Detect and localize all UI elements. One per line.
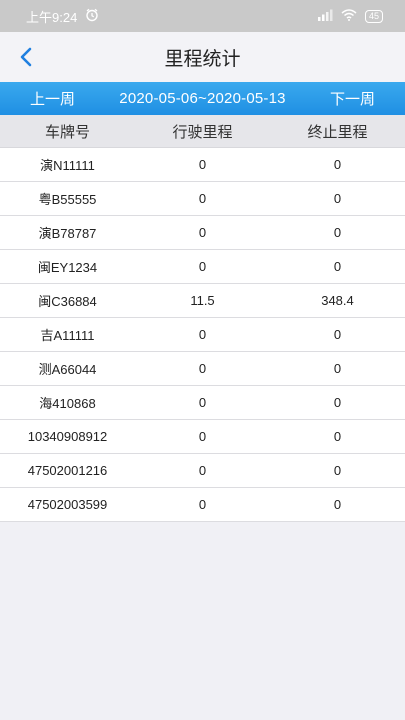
driven-cell: 0 — [198, 259, 207, 274]
driven-cell: 0 — [198, 157, 207, 172]
wifi-icon — [341, 8, 357, 24]
end-cell: 0 — [333, 463, 342, 478]
driven-cell: 0 — [198, 395, 207, 410]
table-row[interactable]: 演N11111 0 0 — [0, 148, 405, 182]
end-cell: 0 — [333, 157, 342, 172]
end-cell: 0 — [333, 361, 342, 376]
plate-cell: 47502003599 — [27, 497, 108, 512]
end-cell: 0 — [333, 259, 342, 274]
plate-cell: 粤B55555 — [38, 192, 97, 207]
driven-cell: 0 — [198, 497, 207, 512]
table-row[interactable]: 演B78787 0 0 — [0, 216, 405, 250]
end-cell: 0 — [333, 327, 342, 342]
mileage-table: 演N11111 0 0 粤B55555 0 0 演B78787 0 0 闽EY1… — [0, 148, 405, 522]
chevron-left-icon — [20, 47, 32, 67]
next-week-button[interactable]: 下一周 — [330, 88, 375, 109]
table-row[interactable]: 吉A11111 0 0 — [0, 318, 405, 352]
table-row[interactable]: 10340908912 0 0 — [0, 420, 405, 454]
plate-cell: 吉A11111 — [40, 328, 95, 343]
plate-cell: 测A66044 — [38, 362, 97, 377]
end-cell: 0 — [333, 429, 342, 444]
table-row[interactable]: 测A66044 0 0 — [0, 352, 405, 386]
driven-cell: 0 — [198, 327, 207, 342]
table-row[interactable]: 海410868 0 0 — [0, 386, 405, 420]
battery-level: 45 — [368, 10, 379, 21]
driven-cell: 0 — [198, 361, 207, 376]
table-header: 车牌号 行驶里程 终止里程 — [0, 115, 405, 148]
column-header-driven: 行驶里程 — [172, 123, 233, 141]
status-right: 45 — [317, 8, 383, 24]
driven-cell: 0 — [198, 225, 207, 240]
driven-cell: 11.5 — [190, 293, 215, 308]
status-left: 上午9:24 — [26, 7, 99, 26]
end-cell: 0 — [333, 225, 342, 240]
page-title: 里程统计 — [164, 48, 241, 70]
status-bar: 上午9:24 45 — [0, 0, 405, 32]
driven-cell: 0 — [198, 191, 207, 206]
table-row[interactable]: 闽EY1234 0 0 — [0, 250, 405, 284]
column-header-end: 终止里程 — [307, 123, 368, 141]
end-cell: 0 — [333, 191, 342, 206]
end-cell: 348.4 — [321, 293, 354, 308]
plate-cell: 演N11111 — [40, 158, 95, 173]
driven-cell: 0 — [198, 463, 207, 478]
table-row[interactable]: 粤B55555 0 0 — [0, 182, 405, 216]
end-cell: 0 — [333, 395, 342, 410]
back-button[interactable] — [14, 44, 38, 70]
plate-cell: 47502001216 — [27, 463, 108, 478]
end-cell: 0 — [333, 497, 342, 512]
prev-week-button[interactable]: 上一周 — [30, 88, 75, 109]
table-row[interactable]: 47502001216 0 0 — [0, 454, 405, 488]
week-navigator: 上一周 2020-05-06~2020-05-13 下一周 — [0, 82, 405, 115]
status-time: 上午9:24 — [26, 9, 78, 25]
battery-icon: 45 — [364, 9, 383, 23]
title-bar: 里程统计 — [0, 32, 405, 82]
plate-cell: 海410868 — [39, 396, 96, 411]
table-row[interactable]: 闽C36884 11.5 348.4 — [0, 284, 405, 318]
table-row[interactable]: 47502003599 0 0 — [0, 488, 405, 522]
column-header-plate: 车牌号 — [44, 123, 90, 141]
driven-cell: 0 — [198, 429, 207, 444]
alarm-icon — [85, 8, 99, 25]
plate-cell: 闽C36884 — [38, 294, 97, 309]
plate-cell: 10340908912 — [27, 429, 108, 444]
plate-cell: 演B78787 — [38, 226, 97, 241]
plate-cell: 闽EY1234 — [37, 260, 98, 275]
date-range: 2020-05-06~2020-05-13 — [119, 90, 286, 107]
signal-icon — [317, 9, 333, 24]
